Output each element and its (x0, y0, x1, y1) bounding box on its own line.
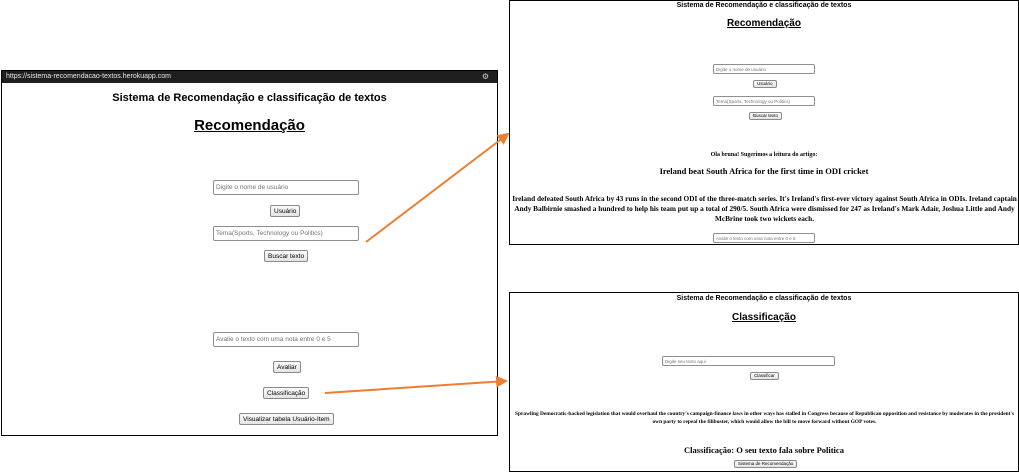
rate-button[interactable]: Avaliar (273, 361, 301, 373)
user-button[interactable]: Usuário (753, 80, 777, 88)
classified-text: Sprawling Democratic-backed legislation … (514, 411, 1014, 425)
view-user-item-table-button[interactable]: Visualizar tabela Usuário-Item (239, 413, 334, 425)
site-settings-icon[interactable]: ⚙ (482, 71, 489, 83)
app-title: Sistema de Recomendação e classificação … (112, 92, 387, 104)
rating-input[interactable] (213, 332, 359, 347)
topic-input[interactable] (713, 96, 815, 106)
greeting-text: Ola bruna! Sugerimos a leitura do artigo… (710, 152, 818, 158)
username-input[interactable] (213, 180, 359, 195)
address-bar[interactable]: https://sistema-recomendacao-textos.hero… (2, 71, 497, 83)
search-text-button[interactable]: Buscar texto (264, 250, 309, 262)
topic-input[interactable] (213, 226, 359, 241)
app-title: Sistema de Recomendação e classificação … (676, 2, 852, 9)
classification-result: Classificação: O seu texto fala sobre Po… (684, 445, 844, 455)
url-text: https://sistema-recomendacao-textos.hero… (6, 73, 171, 80)
article-body: Ireland defeated South Africa by 43 runs… (512, 194, 1017, 223)
username-input[interactable] (713, 64, 815, 74)
page-heading: Recomendação (727, 18, 801, 29)
app-title: Sistema de Recomendação e classificação … (676, 295, 852, 302)
search-text-button[interactable]: Buscar texto (749, 112, 783, 120)
main-window: https://sistema-recomendacao-textos.hero… (1, 70, 498, 436)
rating-input[interactable] (713, 233, 815, 243)
page-heading: Classificação (732, 312, 796, 323)
article-title: Ireland beat South Africa for the first … (659, 166, 869, 176)
user-button[interactable]: Usuário (270, 205, 301, 217)
classification-window: Sistema de Recomendação e classificação … (509, 292, 1019, 472)
recommendation-system-button[interactable]: Sistema de Recomendação (734, 460, 798, 468)
recommendation-window: Sistema de Recomendação e classificação … (509, 0, 1019, 245)
page-heading: Recomendação (194, 117, 305, 134)
text-input[interactable] (662, 356, 835, 366)
classification-button[interactable]: Classificação (263, 387, 310, 399)
classify-button[interactable]: Classificar (750, 372, 779, 380)
